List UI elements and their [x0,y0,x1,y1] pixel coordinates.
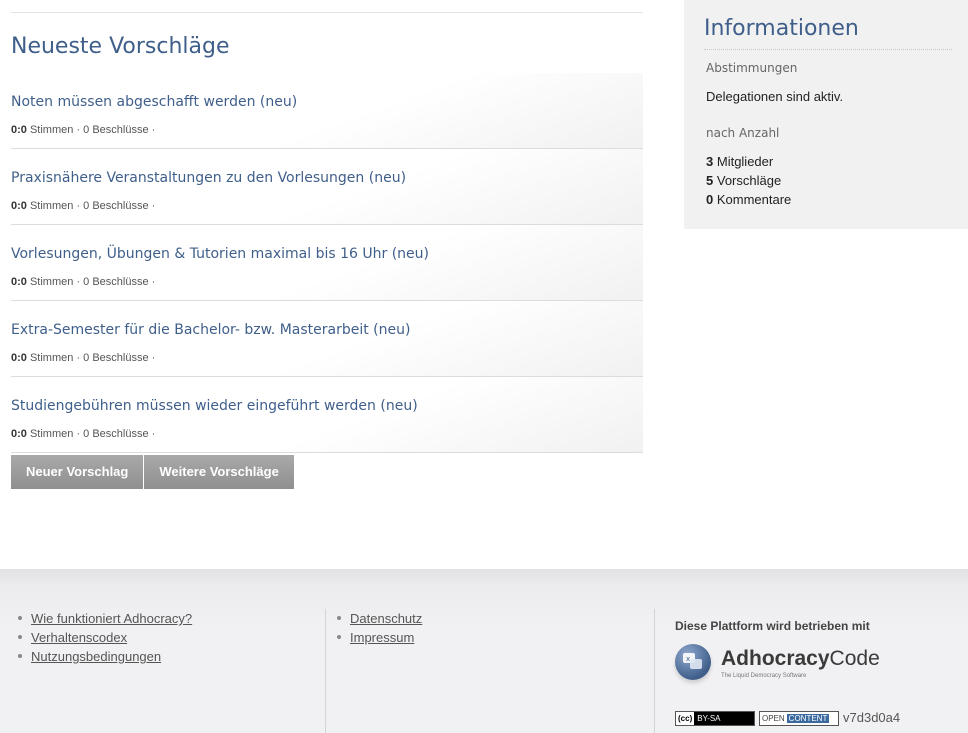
proposal-meta: 0:0 Stimmen · 0 Beschlüsse · [11,124,155,136]
footer-link-item: Datenschutz [335,609,422,628]
page-title: Neueste Vorschläge [11,34,230,59]
stat-label: Kommentare [716,192,792,207]
logo-name-light: Code [829,647,880,670]
stat-value: 3 [706,154,714,169]
proposal-link[interactable]: Extra-Semester für die Bachelor- bzw. Ma… [11,322,410,338]
list-item: Extra-Semester für die Bachelor- bzw. Ma… [11,301,643,377]
stat-comments: 0 Kommentare [706,192,791,207]
proposal-list: Noten müssen abgeschafft werden (neu) 0:… [11,73,643,453]
terms-link[interactable]: Nutzungsbedingungen [31,649,161,664]
open-content-badge[interactable]: OPEN CONTENT [759,711,839,726]
main-content: Neueste Vorschläge Noten müssen abgescha… [11,12,643,489]
delegation-status: Delegationen sind aktiv. [706,89,844,104]
proposal-link[interactable]: Vorlesungen, Übungen & Tutorien maximal … [11,246,429,262]
adhocracy-code-logo[interactable]: x AdhocracyCode The Liquid Democracy Sof… [675,642,880,692]
count-heading: nach Anzahl [706,126,780,140]
footer-link-item: Verhaltenscodex [16,628,192,647]
imprint-link[interactable]: Impressum [350,630,414,645]
more-proposals-button[interactable]: Weitere Vorschläge [144,455,294,489]
decisions-count: · 0 Beschlüsse · [76,352,156,364]
decisions-count: · 0 Beschlüsse · [76,428,156,440]
decisions-count: · 0 Beschlüsse · [76,276,156,288]
stat-value: 5 [706,173,714,188]
voting-heading: Abstimmungen [706,61,798,75]
footer-links-mid: Datenschutz Impressum [335,609,422,647]
powered-by-text: Diese Plattform wird betrieben mit [675,619,870,633]
code-of-conduct-link[interactable]: Verhaltenscodex [31,630,127,645]
version-string: v7d3d0a4 [843,710,901,725]
logo-name-bold: Adhocracy [721,647,830,670]
stat-value: 0 [706,192,714,207]
list-item: Noten müssen abgeschafft werden (neu) 0:… [11,73,643,149]
cc-icon: (cc) [676,712,695,725]
list-item: Studiengebühren müssen wieder eingeführt… [11,377,643,453]
sidebar-title: Informationen [704,16,859,41]
list-item: Praxisnähere Veranstaltungen zu den Vorl… [11,149,643,225]
footer-divider [325,609,326,733]
info-sidebar: Informationen Abstimmungen Delegationen … [684,0,968,229]
cc-license-badge[interactable]: (cc) BY-SA [675,711,755,726]
footer: Wie funktioniert Adhocracy? Verhaltensco… [0,569,968,733]
stat-label: Mitglieder [716,154,774,169]
proposal-link[interactable]: Praxisnähere Veranstaltungen zu den Vorl… [11,170,406,186]
vote-score: 0:0 [11,276,27,288]
vote-score: 0:0 [11,428,27,440]
votes-label: Stimmen [29,124,74,136]
vote-score: 0:0 [11,124,27,136]
oc-text-a: OPEN [762,714,785,723]
votes-label: Stimmen [29,276,74,288]
footer-link-item: Wie funktioniert Adhocracy? [16,609,192,628]
footer-link-item: Impressum [335,628,422,647]
svg-text:x: x [686,655,690,663]
stat-proposals: 5 Vorschläge [706,173,781,188]
action-buttons: Neuer Vorschlag Weitere Vorschläge [11,455,295,489]
proposal-meta: 0:0 Stimmen · 0 Beschlüsse · [11,276,155,288]
new-proposal-button[interactable]: Neuer Vorschlag [11,455,144,489]
proposal-link[interactable]: Studiengebühren müssen wieder eingeführt… [11,398,418,414]
decisions-count: · 0 Beschlüsse · [76,200,156,212]
how-it-works-link[interactable]: Wie funktioniert Adhocracy? [31,611,192,626]
adhocracy-logo-icon: x [675,644,711,680]
cc-text: BY-SA [697,714,721,723]
stat-label: Vorschläge [716,173,782,188]
votes-label: Stimmen [29,428,74,440]
votes-label: Stimmen [29,352,74,364]
divider [704,49,952,50]
decisions-count: · 0 Beschlüsse · [76,124,156,136]
vote-score: 0:0 [11,200,27,212]
proposal-meta: 0:0 Stimmen · 0 Beschlüsse · [11,200,155,212]
proposal-meta: 0:0 Stimmen · 0 Beschlüsse · [11,352,155,364]
proposal-link[interactable]: Noten müssen abgeschafft werden (neu) [11,94,297,110]
footer-links-left: Wie funktioniert Adhocracy? Verhaltensco… [16,609,192,666]
proposal-meta: 0:0 Stimmen · 0 Beschlüsse · [11,428,155,440]
logo-wordmark: AdhocracyCode [721,647,880,671]
footer-link-item: Nutzungsbedingungen [16,647,192,666]
list-item: Vorlesungen, Übungen & Tutorien maximal … [11,225,643,301]
votes-label: Stimmen [29,200,74,212]
logo-tagline: The Liquid Democracy Software [721,673,807,679]
vote-score: 0:0 [11,352,27,364]
privacy-link[interactable]: Datenschutz [350,611,422,626]
footer-divider [654,609,655,733]
oc-text-b: CONTENT [786,714,830,723]
stat-members: 3 Mitglieder [706,154,773,169]
